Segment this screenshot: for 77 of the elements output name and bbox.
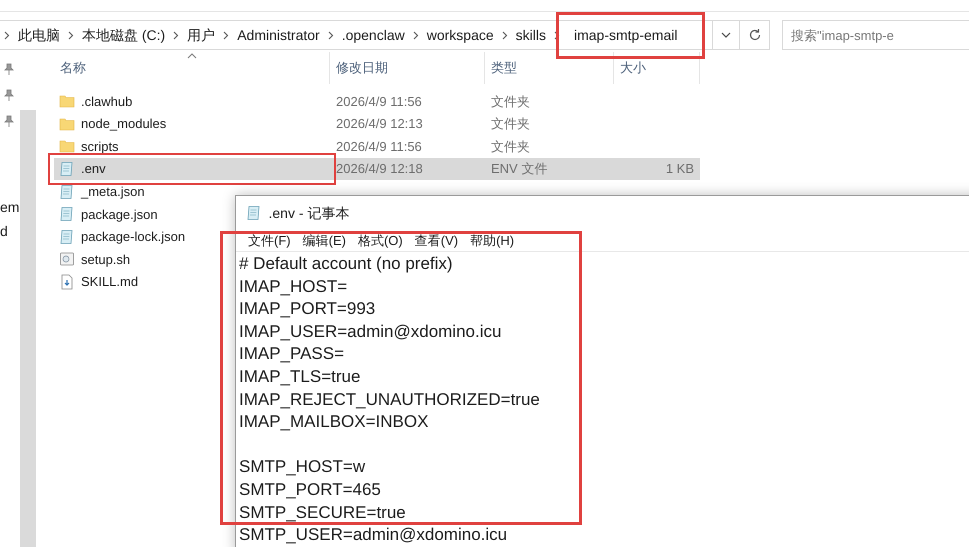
chevron-right-icon [223, 31, 230, 40]
pin-icon[interactable] [4, 63, 14, 76]
menu-item[interactable]: 编辑(E) [296, 230, 352, 250]
file-name[interactable]: package.json [81, 204, 158, 224]
column-header[interactable]: 类型 [485, 52, 614, 84]
file-name[interactable]: setup.sh [81, 250, 130, 270]
breadcrumb-item[interactable]: workspace [418, 22, 502, 48]
chevron-right-icon [4, 31, 10, 40]
text-file-icon [59, 206, 75, 222]
breadcrumb-item[interactable]: .openclaw [334, 22, 413, 48]
pin-icon[interactable] [4, 89, 14, 102]
column-header[interactable]: 修改日期 [330, 52, 485, 84]
text-line: IMAP_TLS=true [239, 366, 362, 388]
text-line: SMTP_SECURE=true [239, 502, 407, 524]
text-line: IMAP_REJECT_UNAUTHORIZED=true [239, 388, 541, 411]
notepad-icon [246, 205, 262, 221]
download-file-icon [59, 274, 75, 290]
folder-icon [59, 138, 75, 154]
text-line: SMTP_PORT=465 [239, 478, 382, 501]
modified-date: 2026/4/9 11:56 [336, 138, 422, 154]
text-file-icon [59, 161, 75, 178]
breadcrumb-item[interactable]: Administrator [229, 22, 328, 48]
modified-date: 2026/4/9 12:13 [336, 116, 423, 132]
chevron-down-icon [720, 32, 731, 38]
text-line: IMAP_PASS= [239, 343, 346, 366]
text-line: # Default account (no prefix) [239, 253, 454, 275]
text-line: SMTP_HOST=w [239, 456, 366, 478]
file-name[interactable]: scripts [81, 136, 119, 156]
column-header[interactable]: 大小 [614, 52, 700, 84]
folder-icon [59, 93, 75, 110]
file-type: ENV 文件 [491, 161, 548, 176]
file-type: 文件夹 [491, 138, 530, 154]
breadcrumb-item[interactable]: skills [508, 22, 554, 48]
refresh-icon [748, 28, 762, 42]
search-field[interactable]: 搜索"imap-smtp-e [782, 20, 969, 50]
nav-item[interactable]: d [0, 221, 8, 241]
file-type: 文件夹 [491, 116, 530, 132]
refresh-button[interactable] [740, 20, 770, 50]
menu-item[interactable]: 格式(O) [352, 230, 409, 250]
file-name[interactable]: .clawhub [81, 92, 132, 112]
folder-icon [59, 116, 75, 132]
text-line: IMAP_PORT=993 [239, 298, 376, 320]
window-title: .env - 记事本 [268, 204, 350, 222]
text-file-icon [59, 184, 75, 200]
menu-item[interactable]: 文件(F) [242, 230, 297, 250]
text-file-icon [59, 228, 75, 245]
file-size: 1 KB [666, 161, 694, 176]
file-name[interactable]: package-lock.json [81, 227, 186, 247]
breadcrumb-item[interactable]: imap-smtp-email [566, 22, 696, 48]
breadcrumb-item[interactable]: 此电脑 [10, 22, 68, 48]
file-name: .env [81, 160, 106, 178]
address-bar[interactable]: 此电脑 本地磁盘 (C:) 用户 Administrator .openclaw workspace skills imap-smtp-email [0, 20, 713, 50]
chevron-right-icon [68, 31, 74, 40]
modified-date: 2026/4/9 12:18 [336, 161, 423, 176]
file-name[interactable]: SKILL.md [81, 272, 138, 292]
text-line: SMTP_USER=admin@xdomino.icu [239, 524, 508, 546]
sort-up-icon [187, 53, 197, 60]
scrollbar[interactable] [20, 110, 36, 547]
chevron-right-icon [173, 31, 180, 40]
text-line: IMAP_HOST= [239, 276, 348, 298]
chevron-right-icon [502, 31, 508, 40]
chevron-right-icon [412, 31, 419, 40]
column-header[interactable]: 名称 [54, 52, 330, 84]
breadcrumb-item[interactable]: 本地磁盘 (C:) [74, 22, 174, 48]
menu-item[interactable]: 帮助(H) [464, 230, 520, 250]
modified-date: 2026/4/9 11:56 [336, 94, 422, 109]
menu-item[interactable]: 查看(V) [408, 230, 464, 250]
text-line: IMAP_MAILBOX=INBOX [239, 411, 430, 434]
script-file-icon [59, 251, 75, 268]
file-name[interactable]: _meta.json [81, 182, 145, 202]
file-name[interactable]: node_modules [81, 114, 166, 134]
nav-item[interactable]: em [0, 196, 20, 216]
breadcrumb-item[interactable]: 用户 [179, 22, 224, 48]
file-type: 文件夹 [491, 94, 530, 109]
pin-icon[interactable] [4, 115, 14, 128]
text-line: IMAP_USER=admin@xdomino.icu [239, 320, 502, 343]
chevron-right-icon [328, 31, 334, 40]
